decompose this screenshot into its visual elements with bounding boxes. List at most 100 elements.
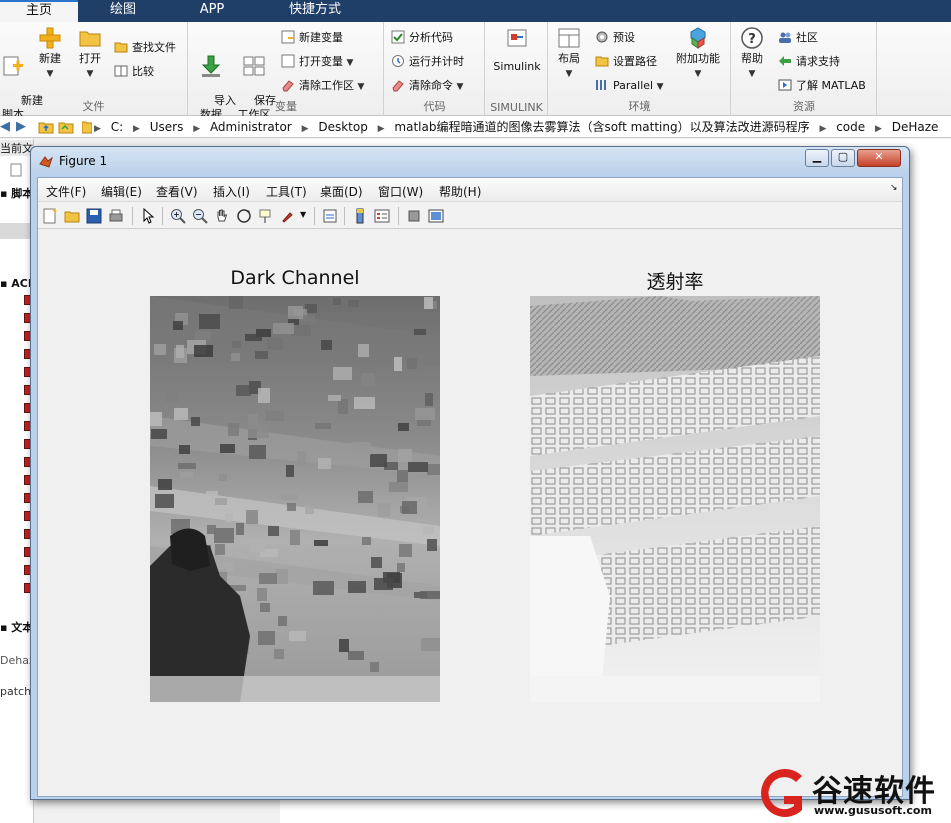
watermark-url: www.gususoft.com xyxy=(814,804,932,817)
chevron-down-icon: ▼ xyxy=(346,58,354,68)
find-files-button[interactable]: 查找文件 xyxy=(114,38,176,58)
dark-channel-patch xyxy=(228,423,239,436)
breadcrumb-item[interactable]: DeHaze xyxy=(892,120,939,134)
brush-icon[interactable] xyxy=(280,208,296,224)
analyze-code-button[interactable]: 分析代码 xyxy=(391,28,453,48)
layout-button[interactable]: 布局 ▼ xyxy=(553,26,585,81)
dark-channel-patch xyxy=(265,411,284,421)
axes-title-dark-channel: Dark Channel xyxy=(230,267,360,289)
open-button[interactable]: 打开 ▼ xyxy=(74,26,106,81)
new-variable-button[interactable]: 新建变量 xyxy=(281,28,343,48)
legend-icon[interactable] xyxy=(374,208,390,224)
ribbon-group-environment: 布局 ▼ 预设 设置路径 Parallel ▼ 附加功能 ▼ 环境 xyxy=(549,22,731,116)
dark-channel-patch xyxy=(151,429,167,439)
compare-button[interactable]: 比较 xyxy=(114,62,154,82)
text-group-label: ▪ 文本 xyxy=(0,621,34,634)
dark-channel-patch xyxy=(215,498,227,505)
dark-channel-patch xyxy=(328,395,341,401)
figure-titlebar[interactable]: Figure 1 ▁ ▢ ✕ xyxy=(31,147,909,175)
pan-hand-icon[interactable] xyxy=(214,208,230,224)
open-file-icon[interactable] xyxy=(64,208,80,224)
save-icon[interactable] xyxy=(86,208,102,224)
simulink-button[interactable]: Simulink xyxy=(488,26,546,74)
learn-matlab-button[interactable]: 了解 MATLAB xyxy=(778,76,866,96)
run-and-time-button[interactable]: 运行并计时 xyxy=(391,52,464,72)
data-cursor-icon[interactable] xyxy=(258,208,274,224)
breadcrumb-item[interactable]: Users xyxy=(150,120,184,134)
transmission-image xyxy=(530,296,820,702)
dark-channel-patch xyxy=(257,588,267,601)
maximize-button[interactable]: ▢ xyxy=(831,149,855,167)
menu-file[interactable]: 文件(F) xyxy=(46,183,86,200)
breadcrumb-separator: ▶ xyxy=(819,124,827,134)
breadcrumb-item[interactable]: Administrator xyxy=(210,120,292,134)
breadcrumb-item[interactable]: C: xyxy=(111,120,123,134)
learn-label: 了解 MATLAB xyxy=(796,79,866,92)
breadcrumb-item[interactable]: Desktop xyxy=(318,120,368,134)
tab-shortcuts[interactable]: 快捷方式 xyxy=(258,0,372,22)
dark-channel-patch xyxy=(246,510,258,524)
browse-folder-icon[interactable] xyxy=(58,119,74,135)
colorbar-icon[interactable] xyxy=(352,208,368,224)
menu-view[interactable]: 查看(V) xyxy=(156,183,198,200)
menu-tools[interactable]: 工具(T) xyxy=(266,183,307,200)
help-icon: ? xyxy=(741,27,763,49)
ribbon-group-file: 新建 脚本 新建 ▼ 打开 ▼ 查找文件 比较 文件 xyxy=(0,22,188,121)
clear-workspace-button[interactable]: 清除工作区 ▼ xyxy=(281,76,364,96)
dark-channel-patch xyxy=(358,491,373,503)
help-label: 帮助 xyxy=(741,52,763,65)
dark-channel-patch xyxy=(191,417,200,426)
minimize-button[interactable]: ▁ xyxy=(805,149,829,167)
zoom-in-icon[interactable] xyxy=(170,208,186,224)
figure-window[interactable]: Figure 1 ▁ ▢ ✕ 文件(F) 编辑(E) 查看(V) 插入(I) 工… xyxy=(30,146,910,800)
show-plot-tools-icon[interactable] xyxy=(428,208,444,224)
parallel-button[interactable]: Parallel ▼ xyxy=(595,76,664,96)
close-button[interactable]: ✕ xyxy=(857,149,901,167)
menu-insert[interactable]: 插入(I) xyxy=(213,183,250,200)
tab-apps[interactable]: APP xyxy=(168,0,256,22)
new-label: 新建 xyxy=(39,52,61,65)
current-folder-header: 当前文件夹 xyxy=(0,140,33,156)
rotate-3d-icon[interactable] xyxy=(236,208,252,224)
menu-help[interactable]: 帮助(H) xyxy=(439,183,481,200)
open-variable-button[interactable]: 打开变量 ▼ xyxy=(281,52,353,72)
tab-plots[interactable]: 绘图 xyxy=(80,0,166,22)
eraser-icon xyxy=(392,80,404,92)
request-support-button[interactable]: 请求支持 xyxy=(778,52,840,72)
breadcrumb-item[interactable]: matlab编程暗通道的图像去雾算法（含soft matting）以及算法改进源… xyxy=(394,120,809,134)
print-icon[interactable] xyxy=(108,208,124,224)
dark-channel-patch xyxy=(229,296,243,309)
menu-window[interactable]: 窗口(W) xyxy=(378,183,423,200)
set-path-button[interactable]: 设置路径 xyxy=(595,52,657,72)
chevron-down-icon[interactable]: ▼ xyxy=(300,210,306,219)
add-ons-button[interactable]: 附加功能 ▼ xyxy=(673,26,723,81)
dark-channel-patch xyxy=(248,424,269,438)
selected-row[interactable] xyxy=(0,223,33,239)
run-time-icon xyxy=(392,55,404,67)
pointer-icon[interactable] xyxy=(140,208,156,224)
group-label-resources: 资源 xyxy=(793,100,815,113)
link-plot-icon[interactable] xyxy=(322,208,338,224)
help-button[interactable]: ? 帮助 ▼ xyxy=(736,26,768,81)
breadcrumb-item[interactable]: code xyxy=(836,120,865,134)
breadcrumb-separator: ▶ xyxy=(874,124,882,134)
zoom-out-icon[interactable] xyxy=(192,208,208,224)
menu-desktop[interactable]: 桌面(D) xyxy=(320,183,363,200)
dark-channel-patch xyxy=(427,539,437,551)
group-label-simulink: SIMULINK xyxy=(490,101,543,114)
dark-channel-patch xyxy=(165,391,179,402)
up-folder-icon[interactable] xyxy=(38,119,54,135)
menu-edit[interactable]: 编辑(E) xyxy=(101,183,142,200)
dock-arrow-icon[interactable]: ↘ xyxy=(890,183,898,193)
new-figure-icon[interactable] xyxy=(42,208,58,224)
community-button[interactable]: 社区 xyxy=(778,28,818,48)
add-ons-icon xyxy=(690,27,706,49)
toolbar-separator xyxy=(162,207,163,225)
tab-home[interactable]: 主页 xyxy=(0,0,78,22)
back-arrow-icon[interactable]: ◀ xyxy=(0,119,10,135)
clear-commands-button[interactable]: 清除命令 ▼ xyxy=(391,76,463,96)
forward-arrow-icon[interactable]: ▶ xyxy=(16,119,26,135)
preferences-button[interactable]: 预设 xyxy=(595,28,635,48)
new-button[interactable]: 新建 ▼ xyxy=(34,26,66,81)
hide-plot-tools-icon[interactable] xyxy=(406,208,422,224)
